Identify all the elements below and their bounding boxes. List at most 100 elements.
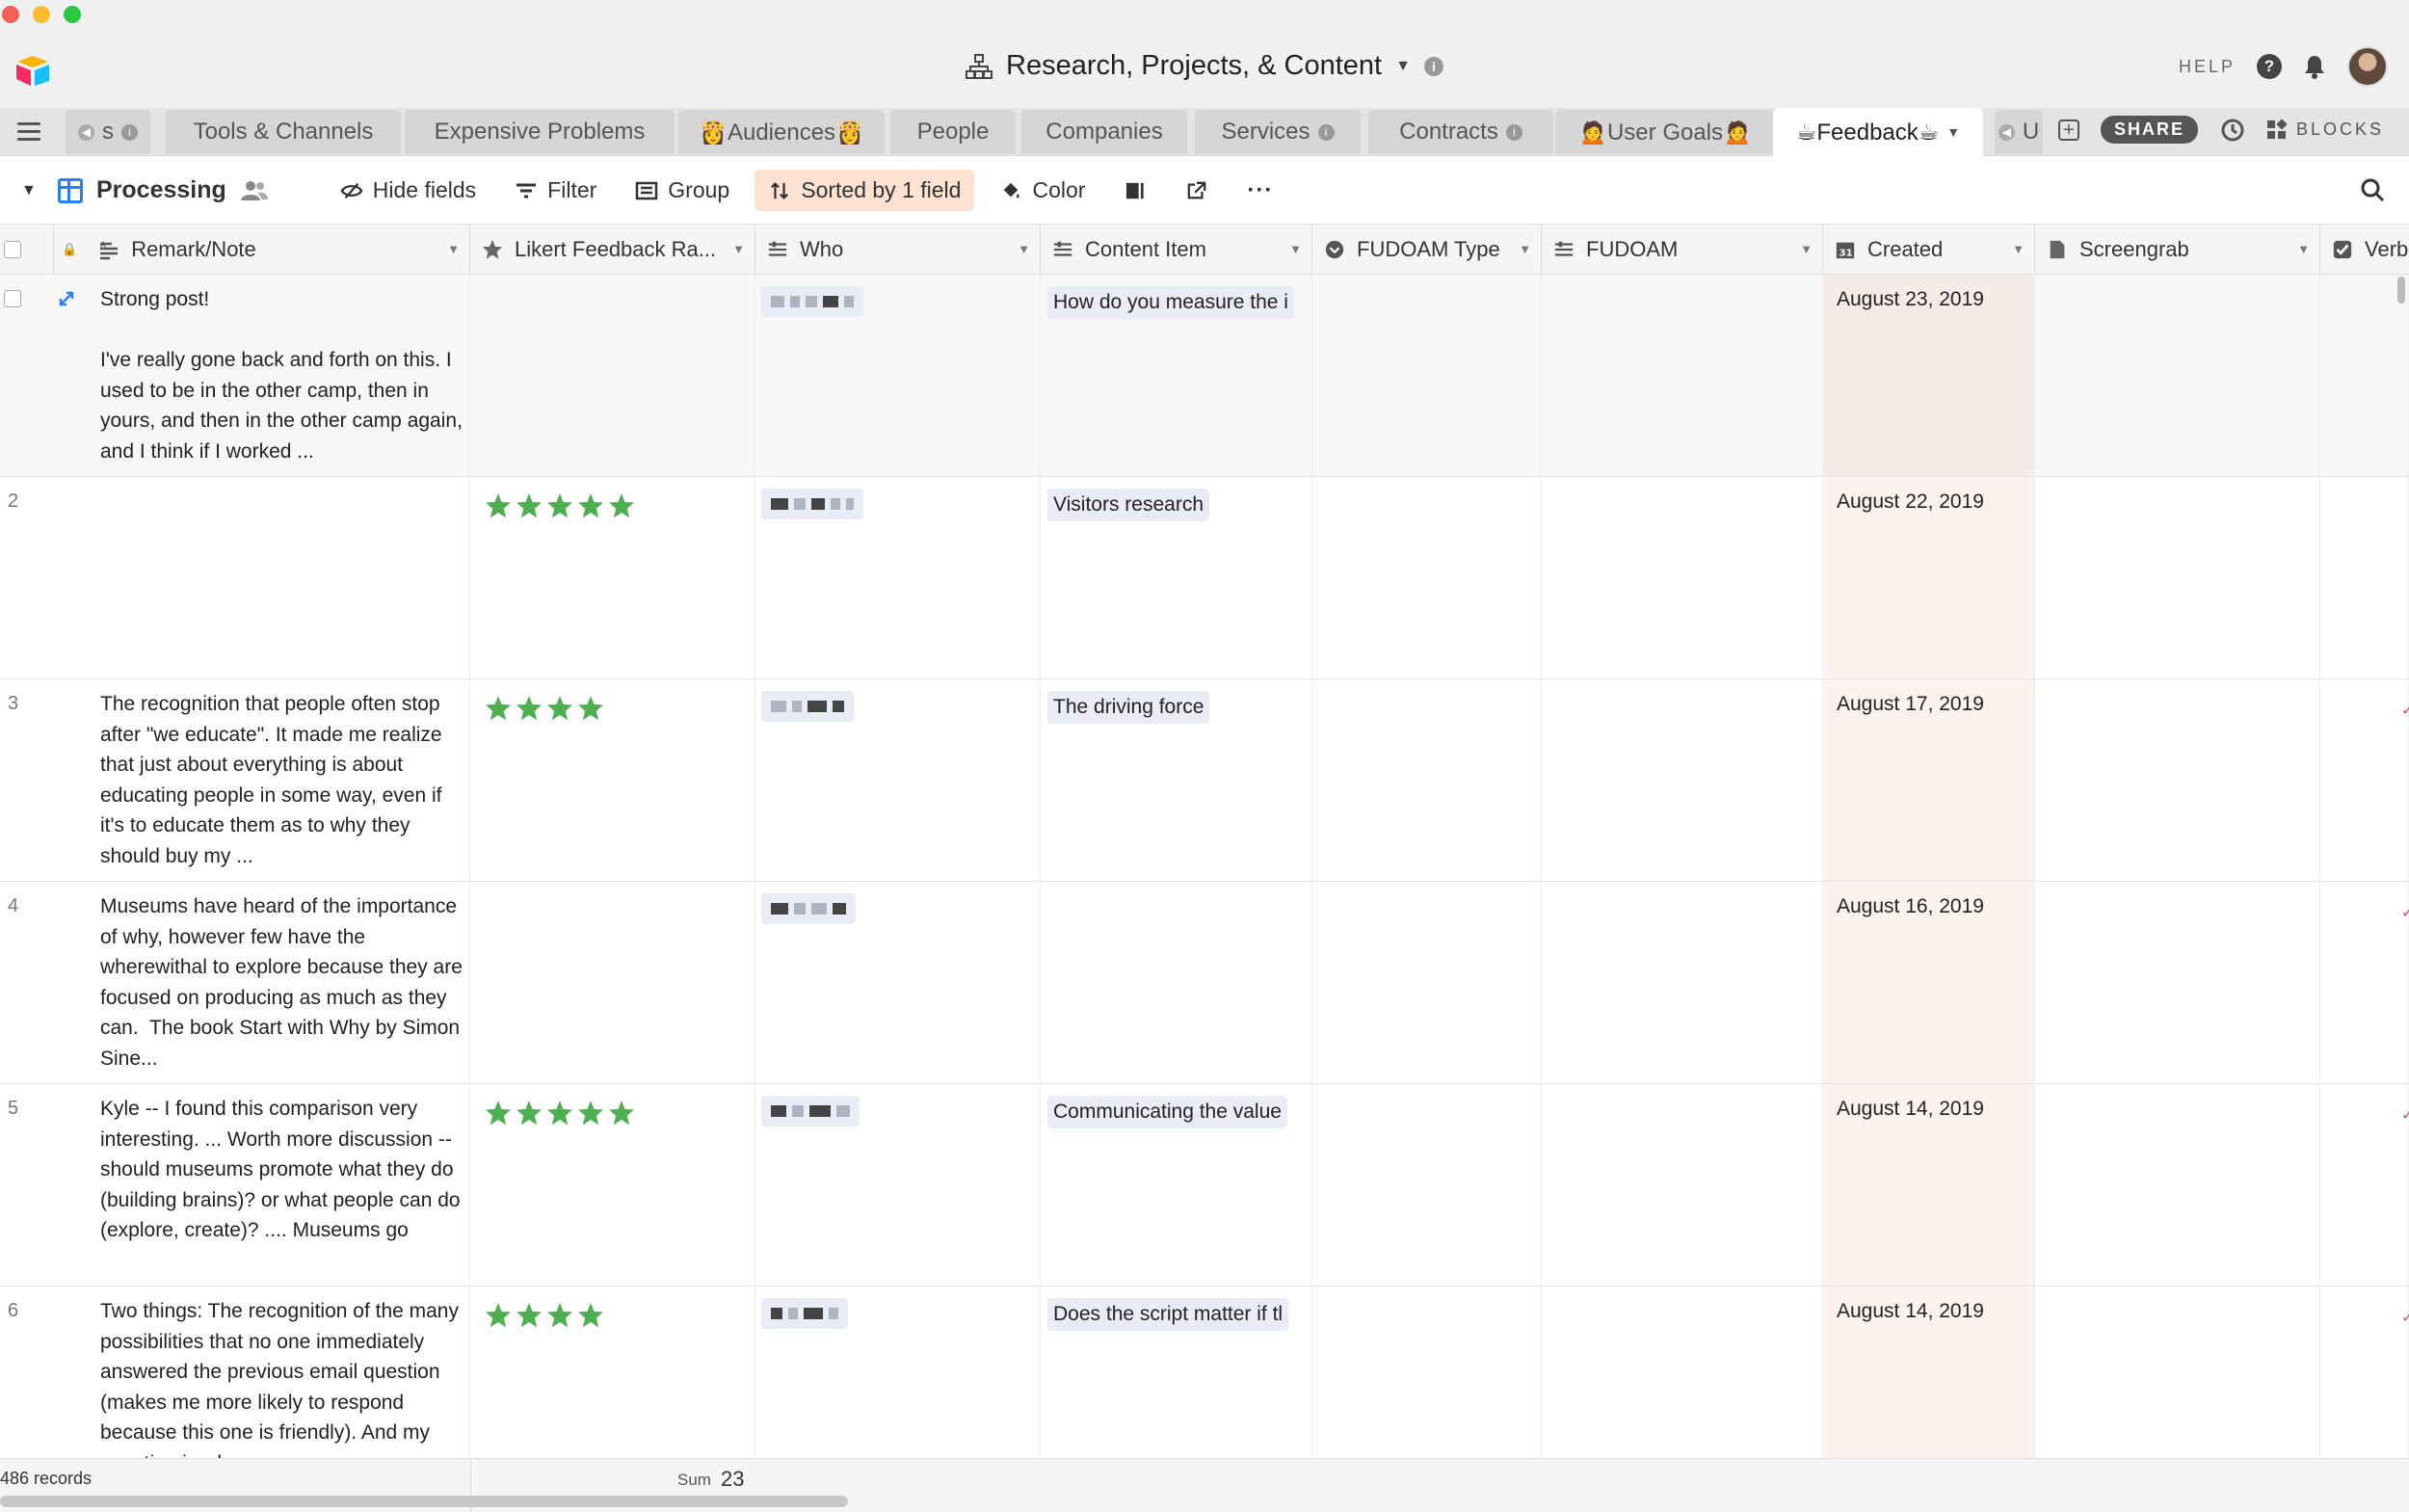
- table-row[interactable]: 4 Museums have heard of the importance of…: [0, 882, 2409, 1084]
- grid-cell[interactable]: [2035, 477, 2320, 678]
- who-linked-record[interactable]: [761, 286, 863, 317]
- column-header-created[interactable]: 31 Created ▼: [1823, 225, 2035, 275]
- star-rating[interactable]: [484, 492, 636, 519]
- view-list-toggle-icon[interactable]: ▼: [21, 182, 37, 199]
- hamburger-menu-icon[interactable]: [17, 122, 40, 142]
- grid-cell[interactable]: [1542, 1084, 1823, 1286]
- info-icon[interactable]: i: [1505, 123, 1522, 141]
- tab-1[interactable]: Tools & Channels: [166, 110, 401, 154]
- grid-cell[interactable]: [2035, 679, 2320, 881]
- tab-10[interactable]: ◀ U: [1995, 110, 2043, 154]
- tab-6[interactable]: Services i: [1195, 110, 1361, 154]
- star-rating[interactable]: [484, 695, 605, 722]
- star-icon[interactable]: [545, 1302, 574, 1329]
- grid-cell[interactable]: [470, 275, 755, 476]
- share-view-button[interactable]: [1172, 173, 1222, 208]
- grid-cell[interactable]: [1542, 275, 1823, 476]
- content-item-pill[interactable]: Does the script matter if tl: [1047, 1298, 1289, 1331]
- chevron-down-icon[interactable]: ▼: [732, 242, 745, 256]
- grid-cell[interactable]: [1312, 1084, 1542, 1286]
- tab-9[interactable]: ☕Feedback☕ ▼: [1773, 108, 1983, 156]
- star-icon[interactable]: [515, 1302, 543, 1329]
- content-item-pill[interactable]: How do you measure the i: [1047, 286, 1294, 319]
- grid-cell[interactable]: [2320, 275, 2409, 476]
- table-row[interactable]: 2 Visitors research August 22, 2019: [0, 477, 2409, 679]
- star-icon[interactable]: [515, 492, 543, 519]
- sort-button[interactable]: Sorted by 1 field: [754, 170, 975, 211]
- scroll-tabs-icon[interactable]: ◀: [78, 123, 94, 141]
- star-icon[interactable]: [484, 695, 513, 722]
- star-icon[interactable]: [515, 695, 543, 722]
- close-window-button[interactable]: [2, 6, 19, 23]
- content-item-pill[interactable]: The driving force: [1047, 691, 1210, 724]
- tab-4[interactable]: People: [890, 110, 1016, 154]
- sum-label[interactable]: Sum: [677, 1471, 711, 1490]
- table-row[interactable]: 6 Two things: The recognition of the many…: [0, 1287, 2409, 1458]
- star-rating[interactable]: [484, 1302, 605, 1329]
- star-icon[interactable]: [576, 1100, 605, 1127]
- view-switcher[interactable]: Processing: [58, 176, 226, 204]
- grid-cell[interactable]: [1312, 477, 1542, 678]
- scroll-tabs-icon[interactable]: ◀: [1998, 123, 2015, 141]
- chevron-down-icon[interactable]: ▼: [1395, 58, 1411, 75]
- table-row[interactable]: Strong post! I've really gone back and f…: [0, 275, 2409, 477]
- grid-cell[interactable]: [1312, 1287, 1542, 1458]
- grid-cell[interactable]: [1041, 882, 1312, 1083]
- tab-8[interactable]: 🙍User Goals🙍: [1555, 110, 1775, 154]
- grid-cell[interactable]: [470, 882, 755, 1083]
- column-header-screengrab[interactable]: Screengrab ▼: [2035, 225, 2320, 275]
- tab-0[interactable]: ◀ s i: [66, 110, 150, 154]
- grid-cell[interactable]: [1312, 275, 1542, 476]
- history-icon[interactable]: [2219, 118, 2244, 143]
- group-button[interactable]: Group: [622, 170, 743, 211]
- star-icon[interactable]: [484, 1302, 513, 1329]
- tab-2[interactable]: Expensive Problems: [405, 110, 675, 154]
- chevron-down-icon[interactable]: ▼: [1289, 242, 1302, 256]
- star-icon[interactable]: [607, 492, 636, 519]
- table-row[interactable]: 3 The recognition that people often stop …: [0, 679, 2409, 882]
- expand-record-icon[interactable]: [58, 290, 75, 307]
- column-header-fudoam-type[interactable]: FUDOAM Type ▼: [1312, 225, 1542, 275]
- grid-cell[interactable]: [2035, 275, 2320, 476]
- search-icon[interactable]: [2359, 176, 2386, 203]
- who-linked-record[interactable]: [761, 489, 863, 519]
- minimize-window-button[interactable]: [33, 6, 50, 23]
- row-height-button[interactable]: [1110, 173, 1160, 208]
- checkmark-icon[interactable]: ✓: [2401, 903, 2409, 921]
- grid-cell[interactable]: [2035, 1287, 2320, 1458]
- column-header-likert[interactable]: Likert Feedback Ra... ▼: [470, 225, 755, 275]
- row-checkbox[interactable]: [4, 290, 21, 307]
- grid-cell[interactable]: [2320, 1287, 2409, 1458]
- column-header-remark[interactable]: 🔒 A Remark/Note ▼: [54, 225, 470, 275]
- star-icon[interactable]: [484, 1100, 513, 1127]
- chevron-down-icon[interactable]: ▼: [1946, 124, 1960, 140]
- info-icon[interactable]: i: [1317, 123, 1335, 141]
- star-rating[interactable]: [484, 1100, 636, 1127]
- hide-fields-button[interactable]: Hide fields: [327, 170, 490, 211]
- chevron-down-icon[interactable]: ▼: [2012, 242, 2025, 256]
- base-title[interactable]: Research, Projects, & Content ▼ i: [0, 50, 2409, 87]
- grid-cell[interactable]: [1542, 679, 1823, 881]
- select-all-checkbox[interactable]: [4, 241, 21, 258]
- grid-cell[interactable]: [1542, 1287, 1823, 1458]
- bell-icon[interactable]: [2303, 54, 2326, 79]
- chevron-down-icon[interactable]: ▼: [1018, 242, 1030, 256]
- star-icon[interactable]: [515, 1100, 543, 1127]
- chevron-down-icon[interactable]: ▼: [1519, 242, 1531, 256]
- chevron-down-icon[interactable]: ▼: [2297, 242, 2310, 256]
- vertical-scrollbar[interactable]: [2397, 277, 2405, 304]
- content-item-pill[interactable]: Visitors research: [1047, 489, 1210, 521]
- tab-3[interactable]: 👸Audiences👸: [678, 110, 885, 154]
- column-header-verb[interactable]: Verb: [2320, 225, 2409, 275]
- star-icon[interactable]: [545, 1100, 574, 1127]
- column-header-who[interactable]: Who ▼: [755, 225, 1041, 275]
- star-icon[interactable]: [484, 492, 513, 519]
- user-avatar[interactable]: [2347, 46, 2388, 87]
- who-linked-record[interactable]: [761, 1096, 860, 1127]
- collaborators-icon[interactable]: [240, 180, 269, 201]
- star-icon[interactable]: [545, 695, 574, 722]
- filter-button[interactable]: Filter: [501, 170, 610, 211]
- grid-cell[interactable]: [1542, 882, 1823, 1083]
- chevron-down-icon[interactable]: ▼: [1800, 242, 1813, 256]
- who-linked-record[interactable]: [761, 1298, 848, 1329]
